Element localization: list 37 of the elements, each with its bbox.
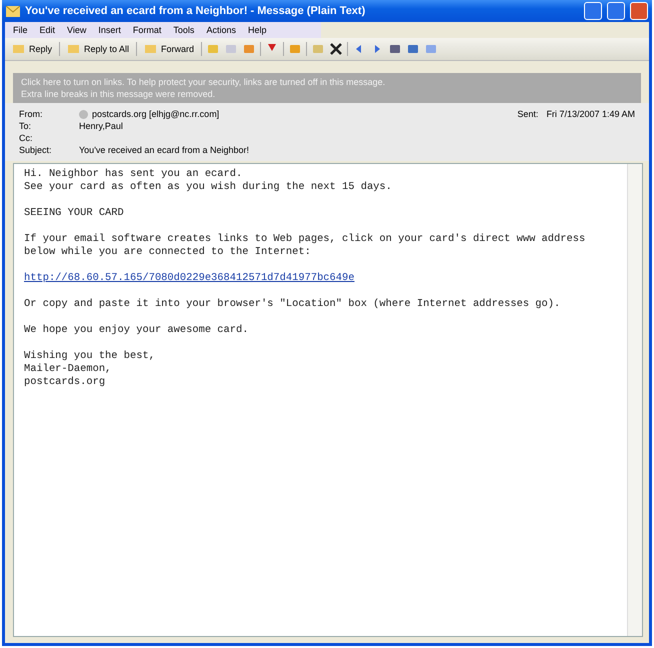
close-button[interactable] xyxy=(630,2,648,20)
message-paragraph: Wishing you the best, Mailer-Daemon, postcards.org xyxy=(24,350,156,389)
menu-item[interactable]: View xyxy=(67,25,86,35)
sent-date: Fri 7/13/2007 1:49 AM xyxy=(546,109,635,119)
subject-label: Subject: xyxy=(19,145,53,155)
menu-item[interactable]: File xyxy=(13,25,28,35)
minimize-button[interactable] xyxy=(584,2,602,20)
message-paragraph: If your email software creates links to Web pages, click on your card's direct www address below while you are connected to the Internet: xyxy=(24,233,586,259)
recipient: Henry,Paul xyxy=(79,121,124,131)
toolbar-button[interactable]: Reply xyxy=(9,40,56,58)
sent-label: Sent: xyxy=(517,109,538,119)
toolbar-icon[interactable] xyxy=(406,42,420,56)
menu-item[interactable]: Insert xyxy=(98,25,121,35)
maximize-button[interactable] xyxy=(607,2,625,20)
menu-item[interactable]: Edit xyxy=(40,25,56,35)
delete-icon[interactable] xyxy=(329,42,344,56)
message-paragraph: Hi. Neighbor has sent you an ecard. See your card as often as you wish during the next 15 days. xyxy=(24,168,393,194)
subject: You've received an ecard from a Neighbor! xyxy=(79,145,250,155)
message-paragraph: Or copy and paste it into your browser's "Location" box (where Internet addresses go). xyxy=(24,298,562,311)
toolbar-icon[interactable] xyxy=(242,42,256,56)
contact-icon xyxy=(79,110,88,118)
toolbar-button[interactable]: Forward xyxy=(141,40,198,58)
menu-item[interactable]: Format xyxy=(132,25,162,35)
scrollbar[interactable] xyxy=(627,164,642,636)
menu-item[interactable]: Help xyxy=(248,25,266,35)
message-paragraph: We hope you enjoy your awesome card. xyxy=(24,324,250,337)
cc-label: Cc: xyxy=(19,133,34,143)
to-label: To: xyxy=(19,121,32,131)
message-paragraph: SEEING YOUR CARD xyxy=(24,207,125,220)
window-title: You've received an ecard from a Neighbor! - Message (Plain Text) xyxy=(25,5,366,17)
card-link[interactable]: http://68.60.57.165/7080d0229e368412571d7d41977bc649e xyxy=(24,272,354,284)
menu-item[interactable]: Actions xyxy=(206,25,236,35)
menu-item[interactable]: Tools xyxy=(173,25,194,35)
toolbar-button[interactable]: Reply to All xyxy=(64,40,132,58)
sender: postcards.org [elhjg@nc.rr.com] xyxy=(92,109,220,119)
from-label: From: xyxy=(19,109,44,119)
toolbar-icon[interactable] xyxy=(388,42,402,56)
